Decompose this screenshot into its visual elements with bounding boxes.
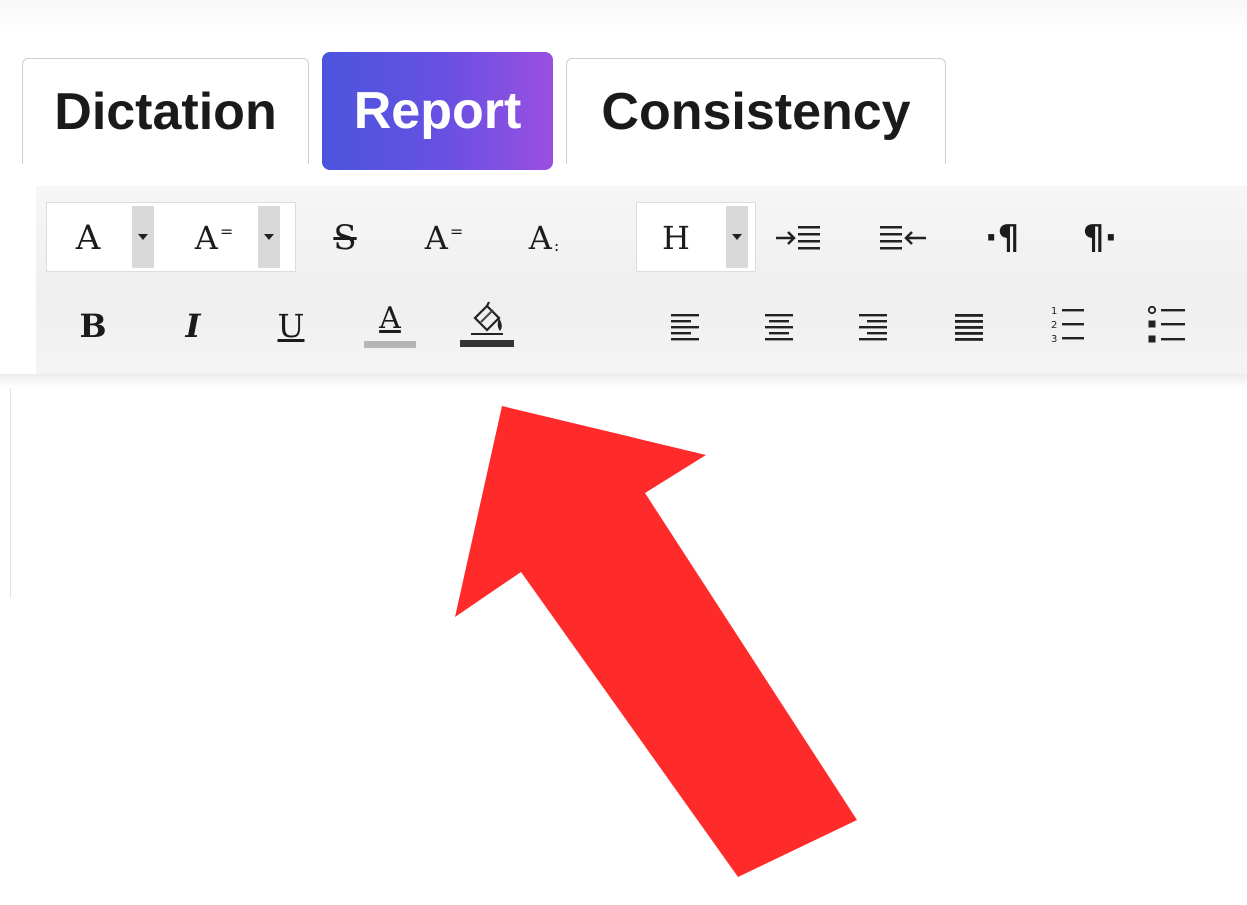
editor-window: Dictation Report Consistency A A = S A = A… xyxy=(0,0,1247,905)
red-arrow-icon xyxy=(455,406,857,877)
